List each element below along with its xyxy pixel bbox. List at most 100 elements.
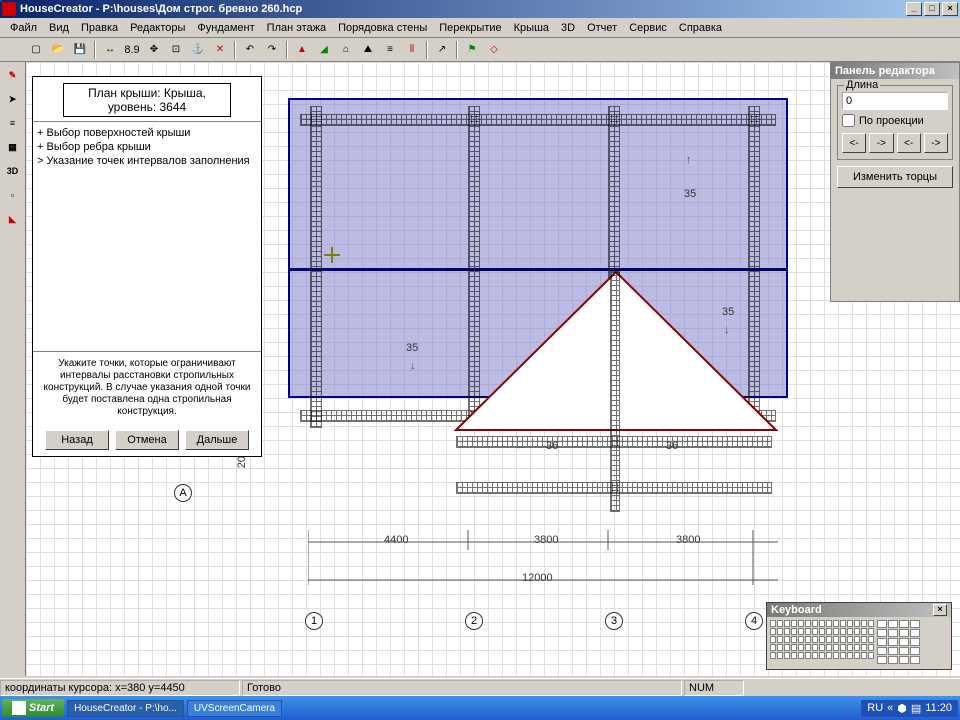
roof6-icon[interactable]: ⦀	[402, 40, 422, 60]
menu-foundation[interactable]: Фундамент	[191, 20, 260, 36]
btn-right2[interactable]: ->	[924, 133, 948, 153]
menu-3d[interactable]: 3D	[555, 20, 581, 36]
minimize-button[interactable]: _	[906, 2, 922, 16]
status-bar: координаты курсора: x=380 y=4450 Готово …	[0, 678, 960, 696]
arrow-down2-icon: ↓	[410, 360, 416, 372]
window-titlebar: HouseCreator - P:\houses\Дом строг. брев…	[0, 0, 960, 18]
btn-right1[interactable]: ->	[869, 133, 893, 153]
projection-label: По проекции	[859, 115, 924, 127]
save-icon[interactable]: 💾	[70, 40, 90, 60]
diamond-icon[interactable]: ◇	[484, 40, 504, 60]
flag-icon[interactable]: ⚑	[462, 40, 482, 60]
new-icon[interactable]: ▢	[26, 40, 46, 60]
menu-help[interactable]: Справка	[673, 20, 728, 36]
undo-icon[interactable]: ↶	[240, 40, 260, 60]
menu-editors[interactable]: Редакторы	[124, 20, 191, 36]
anchor-icon[interactable]: ⚓	[188, 40, 208, 60]
window-title: HouseCreator - P:\houses\Дом строг. брев…	[20, 3, 904, 15]
brush-icon[interactable]: ◣	[4, 210, 22, 228]
menu-edit[interactable]: Правка	[75, 20, 124, 36]
taskbar-app1[interactable]: HouseCreator - P:\ho...	[67, 700, 184, 717]
onscreen-keyboard[interactable]: Keyboard ×	[766, 602, 952, 670]
delete-icon[interactable]: ✕	[210, 40, 230, 60]
keyboard-numpad[interactable]	[877, 620, 920, 664]
dim-35b: 35	[722, 306, 734, 318]
system-tray[interactable]: RU « ⬢ ▤ 11:20	[861, 700, 958, 717]
roof5-icon[interactable]: ≡	[380, 40, 400, 60]
redo-icon[interactable]: ↷	[262, 40, 282, 60]
grid-icon[interactable]: ▦	[4, 138, 22, 156]
roof4-icon[interactable]: ⛰	[358, 40, 378, 60]
projection-checkbox-input[interactable]	[842, 114, 855, 127]
editor-panel: Панель редактора Длина По проекции <- ->…	[830, 62, 960, 302]
drawing-canvas[interactable]: ↑ 35 35 ↓ 35 ↓ ← 36 36 → 2000 А 4400 380…	[26, 62, 960, 676]
3d-icon[interactable]: 3D	[4, 162, 22, 180]
arrow-up-icon: ↑	[686, 154, 692, 166]
roof2-icon[interactable]: ◢	[314, 40, 334, 60]
wizard-step-3[interactable]: > Указание точек интервалов заполнения	[37, 154, 257, 168]
status-coord: координаты курсора: x=380 y=4450	[0, 680, 240, 696]
status-num: NUM	[684, 680, 744, 696]
doc-icon[interactable]: ▫	[4, 186, 22, 204]
pencil-icon[interactable]: ✎	[4, 66, 22, 84]
snap-icon[interactable]: ⊡	[166, 40, 186, 60]
wizard-step-2[interactable]: + Выбор ребра крыши	[37, 140, 257, 154]
keyboard-title: Keyboard	[771, 604, 933, 616]
wizard-cancel-button[interactable]: Отмена	[115, 430, 179, 450]
length-input[interactable]	[842, 92, 948, 110]
layers-icon[interactable]: ≡	[4, 114, 22, 132]
center-dashed	[474, 212, 475, 272]
maximize-button[interactable]: □	[924, 2, 940, 16]
menu-floorplan[interactable]: План этажа	[261, 20, 332, 36]
mode1-icon[interactable]: ↔	[100, 40, 120, 60]
tray-icon2[interactable]: ⬢	[897, 702, 907, 715]
taskbar-app2[interactable]: UVScreenCamera	[187, 700, 282, 717]
close-button[interactable]: ×	[942, 2, 958, 16]
menu-report[interactable]: Отчет	[581, 20, 623, 36]
beam-v-1	[310, 106, 322, 428]
keyboard-main[interactable]	[770, 620, 874, 664]
dim-36a: 36	[546, 440, 558, 452]
arrow-right-icon: →	[698, 440, 709, 452]
wizard-step-1[interactable]: + Выбор поверхностей крыши	[37, 126, 257, 140]
roof1-icon[interactable]: ▲	[292, 40, 312, 60]
btn-left1[interactable]: <-	[842, 133, 866, 153]
tray-icon1[interactable]: «	[887, 702, 893, 714]
menu-service[interactable]: Сервис	[623, 20, 673, 36]
projection-checkbox[interactable]: По проекции	[842, 114, 948, 127]
app-icon	[2, 2, 16, 16]
menu-roof[interactable]: Крыша	[508, 20, 555, 36]
distance-icon[interactable]: 8.9	[122, 40, 142, 60]
tray-icon3[interactable]: ▤	[911, 702, 921, 715]
keyboard-close-icon[interactable]: ×	[933, 604, 947, 616]
roof3-icon[interactable]: ⌂	[336, 40, 356, 60]
band-2	[456, 482, 772, 494]
menu-view[interactable]: Вид	[43, 20, 75, 36]
menu-ceiling[interactable]: Перекрытие	[433, 20, 507, 36]
wizard-steps: + Выбор поверхностей крыши + Выбор ребра…	[33, 121, 261, 351]
btn-left2[interactable]: <-	[897, 133, 921, 153]
axis-4: 4	[745, 612, 763, 630]
taskbar: Start HouseCreator - P:\ho... UVScreenCa…	[0, 696, 960, 720]
length-label: Длина	[844, 79, 880, 91]
dim-35c: 35	[406, 342, 418, 354]
wizard-back-button[interactable]: Назад	[45, 430, 109, 450]
arrow-icon[interactable]: ➤	[4, 90, 22, 108]
menu-bar: Файл Вид Правка Редакторы Фундамент План…	[0, 18, 960, 38]
axis-label-A: А	[174, 484, 192, 502]
wizard-panel: План крыши: Крыша, уровень: 3644 + Выбор…	[32, 76, 262, 457]
tool1-icon[interactable]: ↗	[432, 40, 452, 60]
menu-wallorder[interactable]: Порядовка стены	[332, 20, 433, 36]
move-icon[interactable]: ✥	[144, 40, 164, 60]
status-ready: Готово	[242, 680, 682, 696]
tray-time: 11:20	[925, 702, 952, 714]
cursor-cross-icon	[324, 247, 340, 263]
menu-file[interactable]: Файл	[4, 20, 43, 36]
start-button[interactable]: Start	[2, 699, 64, 717]
tray-lang[interactable]: RU	[867, 702, 883, 714]
apply-ends-button[interactable]: Изменить торцы	[837, 166, 953, 188]
wizard-next-button[interactable]: Дальше	[185, 430, 249, 450]
left-toolbar: ✎ ➤ ≡ ▦ 3D ▫ ◣	[0, 62, 26, 676]
dim-35a: 35	[684, 188, 696, 200]
open-icon[interactable]: 📂	[48, 40, 68, 60]
